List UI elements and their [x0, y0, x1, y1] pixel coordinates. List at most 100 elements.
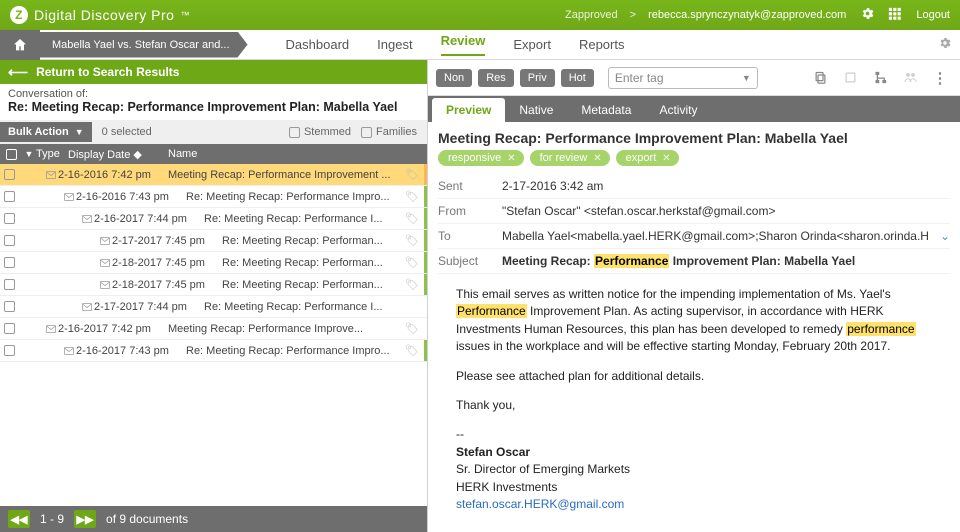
row-checkbox[interactable] [4, 257, 15, 268]
org-link[interactable]: Zapproved [565, 9, 618, 21]
gear-icon[interactable] [860, 6, 875, 24]
bulk-action-button[interactable]: Bulk Action ▼ [0, 122, 92, 142]
result-row[interactable]: 2-16-2017 7:42 pmMeeting Recap: Performa… [0, 318, 427, 340]
chevron-down-icon[interactable]: ▼ [22, 149, 36, 159]
row-date: 2-18-2017 7:45 pm [112, 279, 222, 291]
return-to-results[interactable]: ⟵ Return to Search Results [0, 60, 427, 84]
stemmed-toggle[interactable]: Stemmed [289, 126, 351, 138]
group-icon[interactable] [902, 70, 918, 86]
tag-combobox[interactable]: Enter tag ▼ [608, 67, 758, 89]
envelope-icon [18, 323, 58, 335]
sig-company: HERK Investments [456, 479, 942, 496]
nav-ingest[interactable]: Ingest [377, 37, 412, 52]
conversation-of-label: Conversation of: [0, 84, 427, 100]
result-row[interactable]: 2-16-2017 7:43 pmRe: Meeting Recap: Perf… [0, 340, 427, 362]
row-date: 2-16-2016 7:43 pm [76, 191, 186, 203]
close-icon[interactable]: ✕ [593, 153, 601, 164]
result-row[interactable]: 2-18-2017 7:45 pmRe: Meeting Recap: Perf… [0, 274, 427, 296]
results-header: ▼ Type Display Date ◆ Name [0, 144, 427, 164]
pill-hot[interactable]: Hot [561, 69, 594, 87]
result-row[interactable]: 2-16-2016 7:42 pmMeeting Recap: Performa… [0, 164, 427, 186]
apps-icon[interactable] [887, 6, 902, 24]
tag-placeholder: Enter tag [615, 71, 664, 85]
row-checkbox[interactable] [4, 213, 15, 224]
case-breadcrumb[interactable]: Mabella Yael vs. Stefan Oscar and... [40, 32, 248, 58]
preview-toolbar: Non Res Priv Hot Enter tag ▼ ⋮ [428, 60, 960, 96]
result-row[interactable]: 2-16-2017 7:44 pmRe: Meeting Recap: Perf… [0, 208, 427, 230]
result-row[interactable]: 2-16-2016 7:43 pmRe: Meeting Recap: Perf… [0, 186, 427, 208]
close-icon[interactable]: ✕ [662, 153, 670, 164]
row-marker [424, 230, 427, 251]
row-checkbox[interactable] [4, 169, 15, 180]
meta-to-value: Mabella Yael<mabella.yael.HERK@gmail.com… [502, 229, 934, 243]
envelope-icon [18, 345, 76, 357]
families-toggle[interactable]: Families [361, 126, 417, 138]
col-type[interactable]: Type [36, 148, 68, 160]
tree-icon[interactable] [872, 70, 888, 86]
row-checkbox[interactable] [4, 191, 15, 202]
signature: -- Stefan Oscar Sr. Director of Emerging… [456, 426, 942, 513]
sort-icon: ◆ [133, 149, 141, 161]
tab-preview[interactable]: Preview [432, 98, 505, 122]
pill-non[interactable]: Non [436, 69, 472, 87]
expand-recipients[interactable]: ⌄ [934, 229, 950, 243]
meta-from-value: "Stefan Oscar" <stefan.oscar.herkstaf@gm… [502, 204, 950, 218]
col-date[interactable]: Display Date ◆ [68, 148, 162, 161]
close-icon[interactable]: ✕ [507, 153, 515, 164]
user-email[interactable]: rebecca.sprynczynatyk@zapproved.com [648, 9, 846, 21]
sig-name: Stefan Oscar [456, 444, 942, 461]
home-button[interactable] [0, 30, 40, 60]
row-marker [424, 164, 427, 185]
result-row[interactable]: 2-18-2017 7:45 pmRe: Meeting Recap: Perf… [0, 252, 427, 274]
meta-subject-value: Meeting Recap: Performance Improvement P… [502, 254, 950, 268]
more-icon[interactable]: ⋮ [932, 70, 948, 86]
row-marker [424, 186, 427, 207]
tag-for-review[interactable]: for review✕ [530, 150, 610, 166]
row-checkbox[interactable] [4, 323, 15, 334]
back-arrow-icon: ⟵ [8, 64, 28, 81]
duplicate-icon[interactable] [842, 70, 858, 86]
row-marker [424, 252, 427, 273]
case-settings-icon[interactable] [930, 36, 960, 53]
row-date: 2-16-2017 7:42 pm [58, 323, 168, 335]
brand: Z Digital Discovery Pro ™ [10, 6, 190, 24]
preview-tabs: Preview Native Metadata Activity [428, 96, 960, 122]
nav-review[interactable]: Review [441, 33, 486, 56]
tab-native[interactable]: Native [505, 98, 567, 122]
sig-email-link[interactable]: stefan.oscar.HERK@gmail.com [456, 497, 624, 511]
preview-panel: Non Res Priv Hot Enter tag ▼ ⋮ Preview N… [428, 60, 960, 532]
envelope-icon [18, 213, 94, 225]
brand-tm: ™ [180, 10, 190, 20]
tab-metadata[interactable]: Metadata [567, 98, 645, 122]
result-row[interactable]: 2-17-2017 7:44 pmRe: Meeting Recap: Perf… [0, 296, 427, 318]
page-total: of 9 documents [106, 512, 188, 526]
paginator: ◀◀ 1 - 9 ▶▶ of 9 documents [0, 506, 427, 532]
row-checkbox[interactable] [4, 235, 15, 246]
conversation-subject: Re: Meeting Recap: Performance Improveme… [0, 100, 427, 120]
row-name: Re: Meeting Recap: Performance Impro... [186, 345, 427, 357]
result-row[interactable]: 2-17-2017 7:45 pmRe: Meeting Recap: Perf… [0, 230, 427, 252]
select-all-checkbox[interactable] [6, 149, 17, 160]
col-name[interactable]: Name [162, 148, 427, 160]
page-first-button[interactable]: ◀◀ [8, 510, 30, 528]
tag-export[interactable]: export✕ [616, 150, 679, 166]
page-last-button[interactable]: ▶▶ [74, 510, 96, 528]
nav-dashboard[interactable]: Dashboard [286, 37, 350, 52]
pill-res[interactable]: Res [478, 69, 514, 87]
pill-priv[interactable]: Priv [520, 69, 555, 87]
nav-reports[interactable]: Reports [579, 37, 625, 52]
envelope-icon [18, 235, 112, 247]
row-marker [424, 208, 427, 229]
return-label: Return to Search Results [36, 65, 179, 79]
row-name: Meeting Recap: Performance Improvement .… [168, 169, 427, 181]
tag-responsive[interactable]: responsive✕ [438, 150, 524, 166]
row-checkbox[interactable] [4, 345, 15, 356]
logout-link[interactable]: Logout [916, 9, 950, 21]
nav-export[interactable]: Export [513, 37, 551, 52]
row-checkbox[interactable] [4, 279, 15, 290]
row-checkbox[interactable] [4, 301, 15, 312]
row-name: Re: Meeting Recap: Performance I... [204, 213, 427, 225]
tag-icon: 🏷 [405, 212, 419, 225]
tab-activity[interactable]: Activity [645, 98, 711, 122]
copy-icon[interactable] [812, 70, 828, 86]
